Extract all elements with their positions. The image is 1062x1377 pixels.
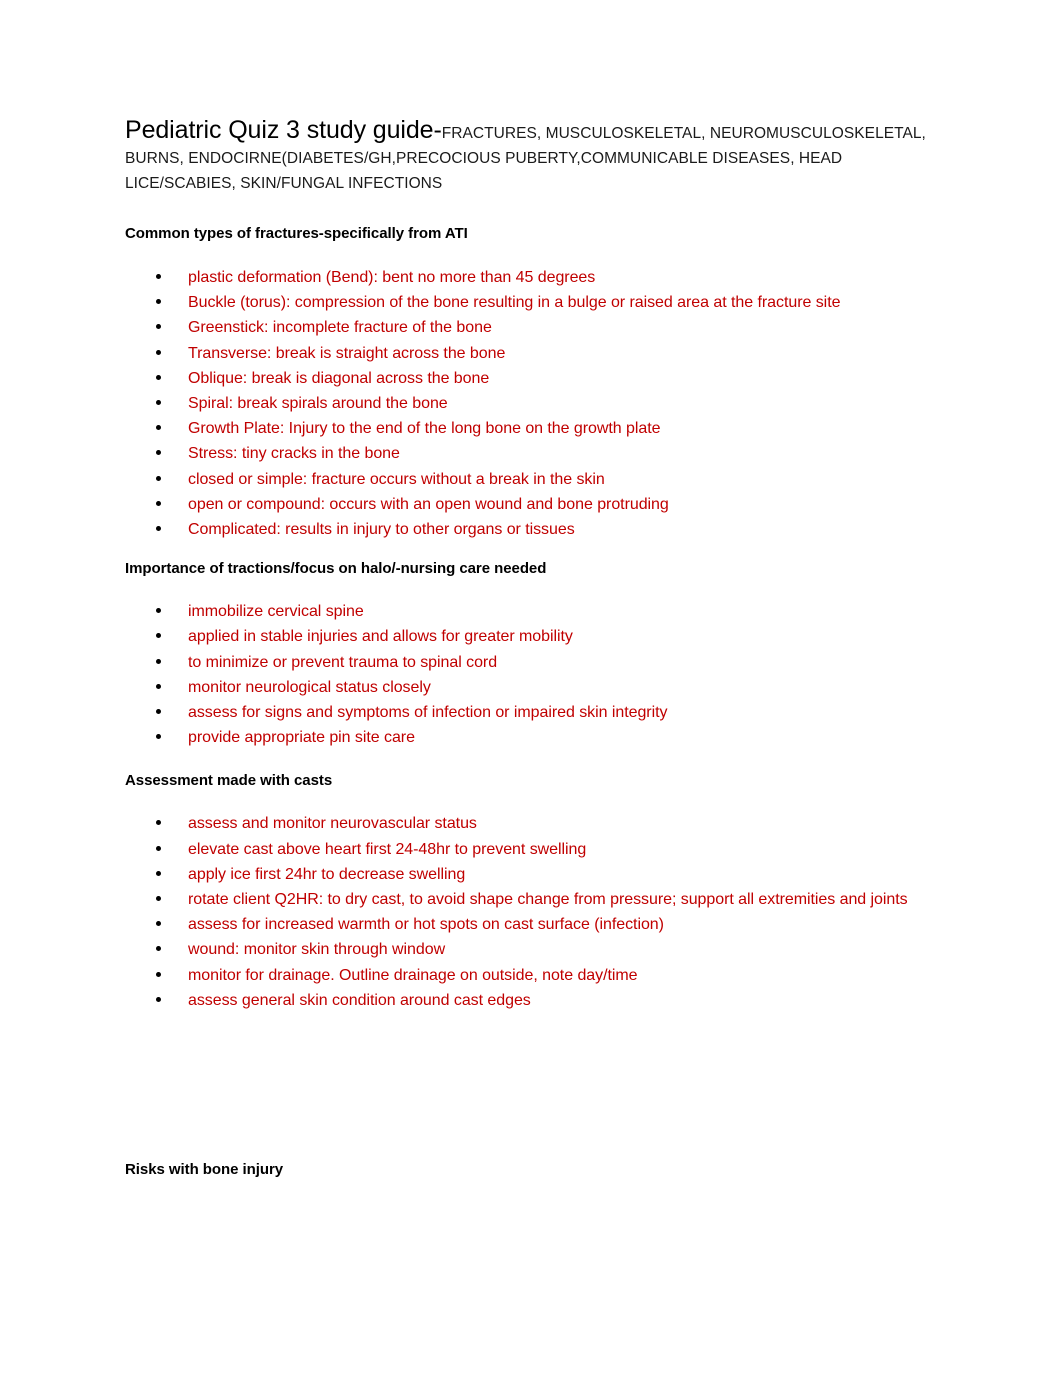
list-item-text: Buckle (torus): compression of the bone … bbox=[188, 294, 841, 312]
list-item-text: Transverse: break is straight across the… bbox=[188, 344, 506, 362]
bullet-icon bbox=[156, 374, 161, 380]
list-item: immobilize cervical spine bbox=[125, 599, 945, 624]
list-item-text: rotate client Q2HR: to dry cast, to avoi… bbox=[188, 891, 908, 909]
page-title: Pediatric Quiz 3 study guide- bbox=[125, 116, 442, 144]
section-heading-traction: Importance of tractions/focus on halo/-n… bbox=[125, 560, 547, 578]
bullet-icon bbox=[156, 921, 161, 927]
list-item: provide appropriate pin site care bbox=[125, 725, 945, 750]
list-item-text: open or compound: occurs with an open wo… bbox=[188, 495, 669, 513]
list-item: to minimize or prevent trauma to spinal … bbox=[125, 650, 945, 675]
bullet-icon bbox=[156, 734, 161, 740]
bullet-icon bbox=[156, 349, 161, 355]
list-item: Complicated: results in injury to other … bbox=[125, 517, 945, 542]
section-heading-casts: Assessment made with casts bbox=[125, 772, 333, 790]
section-heading-risks: Risks with bone injury bbox=[125, 1161, 284, 1179]
bullet-icon bbox=[156, 526, 161, 532]
bullet-icon bbox=[156, 500, 161, 506]
list-item: Stress: tiny cracks in the bone bbox=[125, 441, 945, 466]
list-item-text: assess for signs and symptoms of infecti… bbox=[188, 704, 668, 722]
list-item-text: closed or simple: fracture occurs withou… bbox=[188, 470, 605, 488]
document-body: Pediatric Quiz 3 study guide-FRACTURES, … bbox=[125, 118, 945, 1179]
section-heading-fractures: Common types of fractures-specifically f… bbox=[125, 225, 468, 242]
bullet-icon bbox=[156, 896, 161, 902]
list-item: assess and monitor neurovascular status bbox=[125, 811, 945, 836]
list-item: elevate cast above heart first 24-48hr t… bbox=[125, 837, 945, 862]
bullet-icon bbox=[156, 450, 161, 456]
list-item-text: assess and monitor neurovascular status bbox=[188, 815, 477, 833]
list-item: plastic deformation (Bend): bent no more… bbox=[125, 265, 945, 290]
list-item-text: plastic deformation (Bend): bent no more… bbox=[188, 269, 596, 286]
list-item: Spiral: break spirals around the bone bbox=[125, 391, 945, 416]
list-item: assess for increased warmth or hot spots… bbox=[125, 912, 945, 937]
list-item-text: apply ice first 24hr to decrease swellin… bbox=[188, 865, 466, 883]
list-item: Buckle (torus): compression of the bone … bbox=[125, 290, 945, 315]
bullet-icon bbox=[156, 996, 161, 1002]
document-page: Pediatric Quiz 3 study guide-FRACTURES, … bbox=[0, 0, 1062, 1377]
list-item: monitor neurological status closely bbox=[125, 675, 945, 700]
bullet-icon bbox=[156, 683, 161, 689]
bullet-icon bbox=[156, 608, 161, 614]
bullet-list-casts: assess and monitor neurovascular status … bbox=[125, 811, 945, 1013]
list-item: Growth Plate: Injury to the end of the l… bbox=[125, 416, 945, 441]
bullet-list-fractures: plastic deformation (Bend): bent no more… bbox=[125, 265, 945, 542]
list-item-text: Complicated: results in injury to other … bbox=[188, 521, 575, 539]
list-item: apply ice first 24hr to decrease swellin… bbox=[125, 862, 945, 887]
bullet-icon bbox=[156, 946, 161, 952]
bullet-icon bbox=[156, 633, 161, 639]
list-item-text: Oblique: break is diagonal across the bo… bbox=[188, 369, 490, 387]
list-item-text: wound: monitor skin through window bbox=[188, 941, 446, 959]
list-item: applied in stable injuries and allows fo… bbox=[125, 624, 945, 649]
list-item: wound: monitor skin through window bbox=[125, 937, 945, 962]
list-item-text: Growth Plate: Injury to the end of the l… bbox=[188, 420, 661, 438]
bullet-icon bbox=[156, 845, 161, 851]
list-item: Greenstick: incomplete fracture of the b… bbox=[125, 315, 945, 340]
list-item: Oblique: break is diagonal across the bo… bbox=[125, 366, 945, 391]
bullet-icon bbox=[156, 820, 161, 826]
list-item: assess general skin condition around cas… bbox=[125, 988, 945, 1013]
list-item-text: monitor neurological status closely bbox=[188, 678, 431, 696]
bullet-icon bbox=[156, 324, 161, 330]
list-item-text: monitor for drainage. Outline drainage o… bbox=[188, 966, 638, 984]
list-item: rotate client Q2HR: to dry cast, to avoi… bbox=[125, 887, 945, 912]
bullet-icon bbox=[156, 870, 161, 876]
bullet-icon bbox=[156, 709, 161, 715]
list-item-text: elevate cast above heart first 24-48hr t… bbox=[188, 840, 587, 858]
list-item-text: Stress: tiny cracks in the bone bbox=[188, 445, 400, 463]
list-item-text: provide appropriate pin site care bbox=[188, 729, 415, 747]
list-item-text: Spiral: break spirals around the bone bbox=[188, 395, 448, 413]
bullet-icon bbox=[156, 475, 161, 481]
list-item: Transverse: break is straight across the… bbox=[125, 341, 945, 366]
bullet-icon bbox=[156, 971, 161, 977]
bullet-icon bbox=[156, 274, 161, 279]
bullet-icon bbox=[156, 425, 161, 431]
list-item-text: assess for increased warmth or hot spots… bbox=[188, 916, 664, 934]
list-item: assess for signs and symptoms of infecti… bbox=[125, 700, 945, 725]
list-item-text: to minimize or prevent trauma to spinal … bbox=[188, 653, 498, 671]
document-title: Pediatric Quiz 3 study guide-FRACTURES, … bbox=[125, 118, 945, 196]
bullet-icon bbox=[156, 299, 161, 305]
list-item-text: immobilize cervical spine bbox=[188, 603, 364, 621]
list-item: closed or simple: fracture occurs withou… bbox=[125, 467, 945, 492]
list-item-text: Greenstick: incomplete fracture of the b… bbox=[188, 319, 492, 337]
bullet-icon bbox=[156, 658, 161, 664]
list-item-text: applied in stable injuries and allows fo… bbox=[188, 628, 573, 646]
list-item: open or compound: occurs with an open wo… bbox=[125, 492, 945, 517]
bullet-list-traction: immobilize cervical spine applied in sta… bbox=[125, 599, 945, 750]
list-item-text: assess general skin condition around cas… bbox=[188, 991, 531, 1009]
list-item: monitor for drainage. Outline drainage o… bbox=[125, 963, 945, 988]
bullet-icon bbox=[156, 400, 161, 406]
